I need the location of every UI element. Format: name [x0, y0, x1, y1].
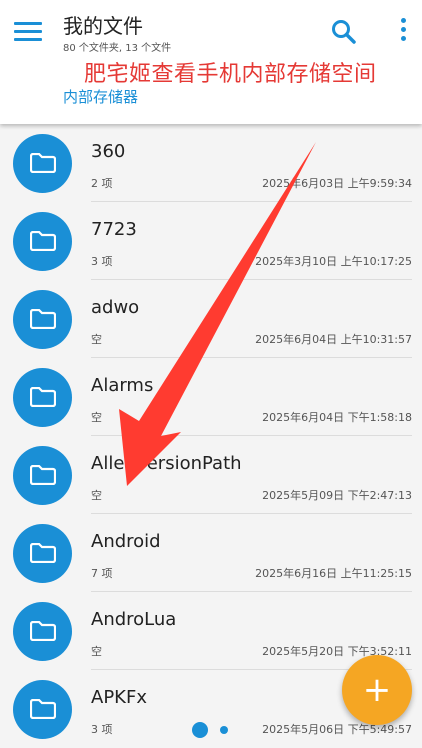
folder-date: 2025年3月10日 上午10:17:25: [255, 255, 412, 268]
annotation-caption: 肥宅姬查看手机内部存储空间: [84, 62, 377, 87]
list-item[interactable]: 7723 3 项 2025年3月10日 上午10:17:25: [0, 202, 422, 280]
folder-item-count: 空: [91, 489, 102, 502]
folder-item-count: 空: [91, 645, 102, 658]
folder-name: adwo: [91, 297, 140, 318]
list-item[interactable]: Android 7 项 2025年6月16日 上午11:25:15: [0, 514, 422, 592]
folder-item-count: 空: [91, 333, 102, 346]
search-icon[interactable]: [330, 18, 358, 46]
folder-icon: [13, 524, 72, 583]
menu-icon[interactable]: [14, 22, 42, 44]
list-item[interactable]: Alarms 空 2025年6月04日 下午1:58:18: [0, 358, 422, 436]
folder-name: Alarms: [91, 375, 154, 396]
folder-icon: [13, 368, 72, 427]
list-item[interactable]: AllenVersionPath 空 2025年5月09日 下午2:47:13: [0, 436, 422, 514]
folder-date: 2025年6月04日 上午10:31:57: [255, 333, 412, 346]
folder-name: AllenVersionPath: [91, 453, 242, 474]
folder-name: AndroLua: [91, 609, 177, 630]
app-header: 我的文件 80 个文件夹, 13 个文件 肥宅姬查看手机内部存储空间 内部存储器: [0, 0, 422, 124]
folder-item-count: 7 项: [91, 567, 113, 580]
folder-name: APKFx: [91, 687, 147, 708]
folder-item-count: 3 项: [91, 723, 113, 736]
folder-date: 2025年6月04日 下午1:58:18: [262, 411, 412, 424]
folder-icon: [13, 446, 72, 505]
folder-item-count: 3 项: [91, 255, 113, 268]
plus-icon: +: [362, 670, 392, 710]
folder-item-count: 2 项: [91, 177, 113, 190]
folder-name: 7723: [91, 219, 137, 240]
folder-name: 360: [91, 141, 126, 162]
breadcrumb[interactable]: 内部存储器: [63, 86, 138, 107]
folder-item-count: 空: [91, 411, 102, 424]
more-vert-icon[interactable]: [393, 18, 413, 46]
list-item[interactable]: 360 2 项 2025年6月03日 上午9:59:34: [0, 124, 422, 202]
page-dot-active: [192, 722, 208, 738]
item-count-subtitle: 80 个文件夹, 13 个文件: [63, 43, 172, 54]
folder-name: Android: [91, 531, 161, 552]
folder-date: 2025年5月09日 下午2:47:13: [262, 489, 412, 502]
folder-date: 2025年6月03日 上午9:59:34: [262, 177, 412, 190]
page-title: 我的文件: [63, 14, 143, 38]
folder-icon: [13, 602, 72, 661]
folder-icon: [13, 212, 72, 271]
folder-icon: [13, 290, 72, 349]
folder-icon: [13, 134, 72, 193]
add-button[interactable]: +: [342, 655, 412, 725]
list-item[interactable]: adwo 空 2025年6月04日 上午10:31:57: [0, 280, 422, 358]
folder-date: 2025年6月16日 上午11:25:15: [255, 567, 412, 580]
page-dot: [220, 726, 228, 734]
folder-icon: [13, 680, 72, 739]
